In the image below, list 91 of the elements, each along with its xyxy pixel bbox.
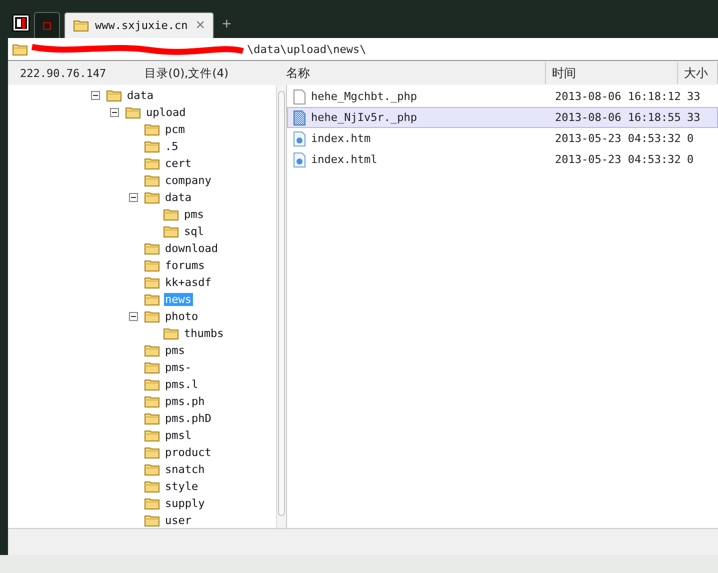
- column-header[interactable]: 名称: [280, 62, 546, 84]
- folder-icon: [144, 242, 160, 255]
- folder-name[interactable]: snatch: [164, 463, 206, 476]
- folder-icon: [144, 259, 160, 272]
- folder-icon: [106, 89, 122, 102]
- folder-name[interactable]: upload: [145, 106, 187, 119]
- file-name: hehe_NjIv5r._php: [311, 111, 418, 124]
- collapse-icon[interactable]: [129, 312, 138, 321]
- address-path: \data\upload\news\: [247, 42, 366, 56]
- file-size: 33: [687, 90, 702, 103]
- collapse-icon[interactable]: [129, 193, 138, 202]
- address-bar[interactable]: \data\upload\news\: [8, 38, 718, 61]
- folder-icon: [144, 344, 160, 357]
- file-size: 0: [687, 132, 695, 145]
- folder-name[interactable]: pcm: [164, 123, 186, 136]
- file-row[interactable]: hehe_Mgchbt._php 2013-08-06 16:18:12 33: [287, 86, 718, 107]
- folder-icon: [144, 191, 160, 204]
- file-row[interactable]: index.html 2013-05-23 04:53:32 0: [287, 149, 718, 170]
- collapse-icon[interactable]: [110, 108, 119, 117]
- collapse-icon[interactable]: [91, 91, 100, 100]
- folder-icon: [144, 378, 160, 391]
- folder-name[interactable]: pms-: [164, 361, 192, 374]
- folder-name[interactable]: pms: [183, 208, 205, 221]
- file-row[interactable]: hehe_NjIv5r._php 2013-08-06 16:18:55 33: [287, 107, 718, 128]
- file-name: index.htm: [311, 132, 372, 145]
- folder-name[interactable]: pmsl: [164, 429, 192, 442]
- file-time: 2013-05-23 04:53:32: [555, 132, 682, 145]
- folder-name[interactable]: data: [126, 89, 154, 102]
- folder-name[interactable]: company: [164, 174, 212, 187]
- folder-icon: [73, 19, 89, 32]
- folder-icon: [144, 429, 160, 442]
- web-file-icon: [293, 152, 306, 168]
- folder-name[interactable]: download: [164, 242, 219, 255]
- folder-icon: [144, 497, 160, 510]
- file-name: hehe_Mgchbt._php: [311, 90, 418, 103]
- file-row[interactable]: index.htm 2013-05-23 04:53:32 0: [287, 128, 718, 149]
- folder-icon: [144, 174, 160, 187]
- folder-icon: [163, 225, 179, 238]
- web-file-icon: [293, 130, 306, 146]
- folder-icon: [144, 157, 160, 170]
- column-header[interactable]: 大小: [678, 62, 718, 84]
- folder-icon: [144, 310, 160, 323]
- folder-icon: [144, 123, 160, 136]
- folder-icon: [125, 106, 141, 119]
- folder-icon: [12, 42, 28, 56]
- folder-name[interactable]: supply: [164, 497, 206, 510]
- file-icon: [293, 88, 306, 104]
- file-time: 2013-05-23 04:53:32: [555, 153, 682, 166]
- folder-name[interactable]: product: [164, 446, 212, 459]
- browser-tab[interactable]: www.sxjuxie.cn ×: [64, 12, 214, 38]
- folder-icon: [144, 412, 160, 425]
- column-header[interactable]: 时间: [546, 62, 678, 84]
- square-icon: [43, 20, 51, 32]
- folder-name[interactable]: thumbs: [183, 327, 225, 340]
- folder-name[interactable]: pms.l: [164, 378, 200, 391]
- file-icon: [293, 110, 306, 126]
- file-time: 2013-08-06 16:18:55: [555, 111, 682, 124]
- folder-name[interactable]: forums: [164, 259, 206, 272]
- folder-name[interactable]: user: [164, 514, 192, 527]
- app-logo-icon[interactable]: [12, 14, 30, 32]
- folder-name[interactable]: data: [164, 191, 192, 204]
- folder-name[interactable]: pms: [164, 344, 186, 357]
- close-button[interactable]: ×: [196, 16, 205, 34]
- folder-summary: 目录(0),文件(4): [144, 66, 230, 80]
- file-time: 2013-08-06 16:18:12: [555, 90, 682, 103]
- folder-icon: [144, 293, 160, 306]
- file-size: 33: [687, 111, 702, 124]
- folder-icon: [144, 395, 160, 408]
- folder-icon: [144, 514, 160, 527]
- folder-icon: [144, 140, 160, 153]
- folder-name[interactable]: style: [164, 480, 200, 493]
- folder-icon: [144, 361, 160, 374]
- tab-title: www.sxjuxie.cn: [95, 19, 189, 32]
- folder-icon: [163, 327, 179, 340]
- folder-name[interactable]: photo: [164, 310, 200, 323]
- folder-name[interactable]: pms.phD: [164, 412, 212, 425]
- folder-icon: [144, 463, 160, 476]
- scrollbar[interactable]: [276, 85, 286, 528]
- folder-name[interactable]: sql: [183, 225, 205, 238]
- folder-name[interactable]: .5: [164, 140, 180, 153]
- new-tab-button[interactable]: +: [218, 16, 236, 34]
- folder-name[interactable]: kk+asdf: [164, 276, 212, 289]
- folder-name[interactable]: cert: [164, 157, 192, 170]
- folder-icon: [144, 276, 160, 289]
- host-address: 222.90.76.147: [19, 66, 108, 80]
- folder-icon: [163, 208, 179, 221]
- folder-name[interactable]: pms.ph: [164, 395, 206, 408]
- file-size: 0: [687, 153, 695, 166]
- folder-icon: [144, 480, 160, 493]
- folder-icon: [144, 446, 160, 459]
- file-name: index.html: [311, 153, 378, 166]
